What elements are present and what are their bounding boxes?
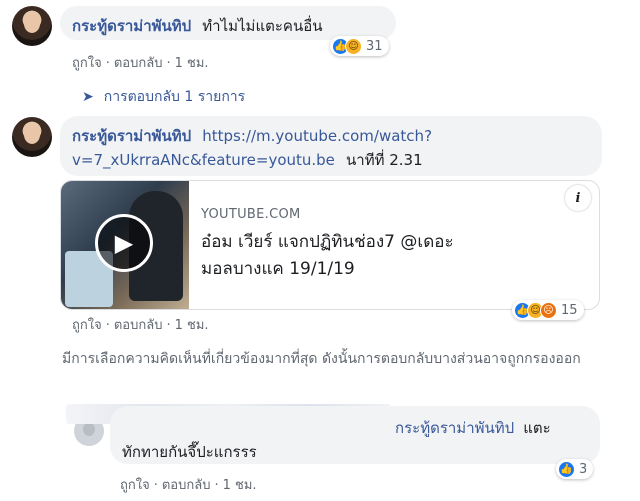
preview-title[interactable]: อ๋อม เวียร์ แจกปฏิทินช่อง7 @เดอะมอลบางแค…: [201, 229, 471, 283]
reaction-summary[interactable]: 👍 3: [556, 459, 594, 479]
reply-button[interactable]: ตอบกลับ: [114, 318, 163, 333]
comment-bubble: กระทู้ดราม่าพันทิป https://m.youtube.com…: [60, 116, 602, 176]
link-preview-card[interactable]: ▶ YOUTUBE.COM อ๋อม เวียร์ แจกปฏิทินช่อง7…: [60, 180, 600, 310]
angry-icon: ☹: [540, 301, 557, 319]
avatar[interactable]: [12, 117, 52, 157]
info-icon[interactable]: i: [565, 185, 591, 211]
comment-bubble: กระทู้ดราม่าพันทิป ทำไมไม่แตะคนอื่น: [60, 6, 396, 40]
comment-author[interactable]: กระทู้ดราม่าพันทิป: [72, 17, 191, 35]
comment-text: แตะ: [523, 419, 551, 437]
filter-notice: มีการเลือกความคิดเห็นที่เกี่ยวข้องมากที่…: [62, 351, 581, 367]
comment-text: ทำไมไม่แตะคนอื่น: [202, 17, 323, 35]
comment-author[interactable]: กระทู้ดราม่าพันทิป: [72, 127, 191, 145]
thumbs-up-icon: 👍: [558, 460, 575, 478]
comment-link-continued[interactable]: v=7_xUkrraANc&feature=youtu.be: [72, 151, 335, 169]
comment-actions: ถูกใจ · ตอบกลับ · 1 ชม.: [72, 314, 209, 335]
separator: ·: [105, 56, 110, 71]
reply-button[interactable]: ตอบกลับ: [162, 478, 211, 493]
comment-actions: ถูกใจ · ตอบกลับ · 1 ชม.: [72, 52, 209, 73]
timestamp[interactable]: 1 ชม.: [175, 56, 209, 71]
separator: ·: [105, 318, 110, 333]
mention-link[interactable]: กระทู้ดราม่าพันทิป: [395, 419, 514, 437]
view-replies-label: การตอบกลับ 1 รายการ: [103, 89, 246, 105]
reaction-summary[interactable]: 👍 ☺ ☹ 15: [512, 300, 584, 320]
reaction-summary[interactable]: 👍 ☺ 31: [330, 36, 389, 56]
reaction-count: 15: [561, 302, 578, 318]
reaction-count: 3: [579, 461, 588, 477]
separator: ·: [153, 478, 158, 493]
play-icon[interactable]: ▶: [95, 214, 153, 272]
preview-domain: YOUTUBE.COM: [201, 207, 301, 222]
separator: ·: [166, 318, 171, 333]
view-replies-link[interactable]: ➤ การตอบกลับ 1 รายการ: [82, 86, 245, 108]
timestamp[interactable]: 1 ชม.: [175, 318, 209, 333]
like-button[interactable]: ถูกใจ: [120, 478, 150, 493]
comment-text: นาทีที่ 2.31: [346, 151, 423, 169]
comment-bubble: กระทู้ดราม่าพันทิป แตะ ทักทายกันจึ๊ปะแกร…: [110, 406, 600, 464]
reply-arrow-icon: ➤: [82, 89, 94, 105]
timestamp[interactable]: 1 ชม.: [223, 478, 257, 493]
haha-icon: ☺: [345, 37, 362, 55]
comment-link[interactable]: https://m.youtube.com/watch?: [202, 127, 432, 145]
comment-actions: ถูกใจ · ตอบกลับ · 1 ชม.: [120, 474, 257, 495]
separator: ·: [214, 478, 219, 493]
comment-text-continued: ทักทายกันจึ๊ปะแกรรร: [122, 443, 257, 461]
reply-button[interactable]: ตอบกลับ: [114, 56, 163, 71]
like-button[interactable]: ถูกใจ: [72, 56, 102, 71]
separator: ·: [166, 56, 171, 71]
avatar[interactable]: [12, 6, 52, 46]
reaction-count: 31: [366, 38, 383, 54]
like-button[interactable]: ถูกใจ: [72, 318, 102, 333]
